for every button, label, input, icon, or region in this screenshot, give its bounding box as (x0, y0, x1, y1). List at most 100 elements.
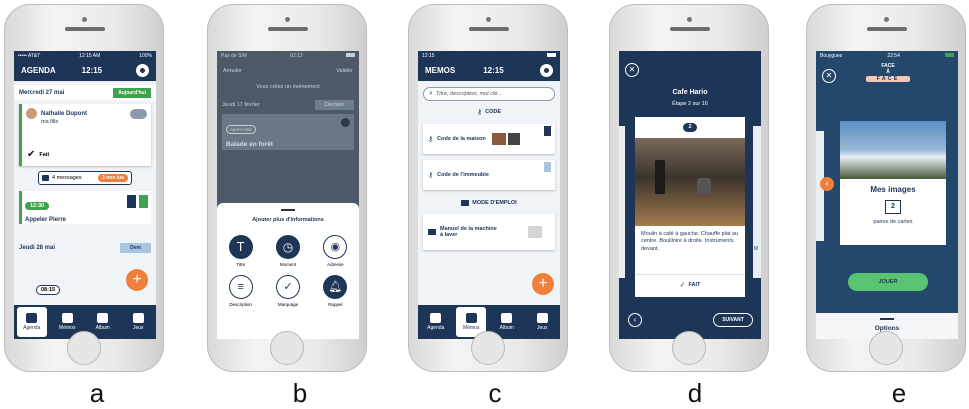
step-number: 2 (683, 123, 697, 132)
gear-icon[interactable] (136, 64, 149, 77)
event-title: Balade en forêt (226, 141, 273, 148)
step-card: 2 Moulin à café à gauche. Chauffe plat a… (635, 117, 745, 297)
battery-label: 100% (139, 53, 152, 59)
key-icon: ⚷ (428, 136, 434, 143)
card-title: Mes images (870, 185, 916, 194)
option-description[interactable]: ≡ Description (217, 275, 264, 307)
memo-item[interactable]: ⚷ Code de la maison (423, 124, 555, 154)
game-card[interactable]: Mes images 2 paires de cartes (840, 121, 946, 245)
next-button[interactable]: SUIVANT (713, 313, 753, 327)
status-time: 12:15 AM (79, 53, 101, 59)
carrier-label: Pas de SIM (221, 53, 247, 59)
day-label: Mercredi 27 mai (19, 89, 65, 96)
home-button (67, 331, 101, 365)
search-field[interactable]: ⌕ Titre, description, mot clé... (423, 87, 555, 101)
tab-label: Agenda (23, 325, 41, 331)
earpiece (268, 27, 308, 31)
sheet-handle (281, 209, 295, 211)
close-icon[interactable]: ✕ (625, 63, 639, 77)
option-reminder[interactable]: 🔔︎ Rappel (312, 275, 359, 307)
event-card[interactable]: 12:30 Appeler Pierre (19, 191, 151, 224)
option-title[interactable]: T Titre (217, 235, 264, 267)
screen-add-info: Pas de SIM 02:13 Annuler Valider Vous cr… (217, 51, 359, 339)
bell-icon (127, 195, 136, 208)
section-manual: MODE D'EMPLOI (418, 200, 560, 206)
note-icon (465, 313, 477, 323)
text-lines-icon: ≡ (228, 275, 253, 299)
validate-button[interactable]: Valider (336, 68, 353, 74)
screen-memo-step: ✕ Cafe Hario Étape 2 sur 16 M 2 Moulin à… (619, 51, 761, 339)
contact-name: Nathalie Dupont (41, 110, 87, 117)
home-button (471, 331, 505, 365)
screen-agenda: ••••• AT&T 12:15 AM 100% AGENDA 12:15 Me… (14, 51, 156, 339)
option-marking[interactable]: ✓ Marquage (264, 275, 311, 307)
grinder-shape (655, 160, 665, 194)
puzzle-icon (132, 313, 144, 323)
earpiece (469, 27, 509, 31)
date-label: Jeudi 17 février (222, 102, 260, 108)
status-bar: 12:15 (418, 51, 560, 60)
earpiece (65, 27, 105, 31)
tab-label: Jeux (132, 325, 144, 331)
date-row: Jeudi 17 février Demain (217, 100, 359, 110)
tab-label: Agenda (427, 325, 445, 331)
messages-pill[interactable]: 4 messages 3 non lus (38, 171, 132, 185)
sheet-title: Ajouter plus d'informations (252, 217, 324, 223)
card-photo (840, 121, 946, 179)
logo-banner: FACE (866, 76, 910, 82)
play-button[interactable]: JOUER (848, 273, 928, 291)
event-time: 12:30 (25, 202, 50, 210)
phone-c: 12:15 MEMOS 12:15 ⌕ Titre, description, … (408, 4, 568, 372)
header-time: 12:15 (81, 66, 103, 75)
memo-item[interactable]: ⚷ Code de l'immeuble (423, 160, 555, 190)
pairs-label: paires de cartes (873, 219, 913, 225)
tab-jeux[interactable]: Jeux (123, 307, 153, 337)
close-icon[interactable]: ✕ (822, 69, 836, 83)
time-tag: Après-midi (226, 125, 256, 134)
contact-card[interactable]: Nathalie Dupont ma fille ✔ Fait (19, 104, 151, 166)
day2-header: Jeudi 28 mai Dem (14, 240, 156, 255)
bottom-sheet: Ajouter plus d'informations T Titre ◷ Mo… (217, 203, 359, 339)
back-button[interactable]: ‹ (628, 313, 642, 327)
memo-item[interactable]: Manuel de la machine à laver (423, 214, 555, 250)
step-label: Étape 2 sur 16 (672, 101, 708, 107)
done-button[interactable]: ✓ FAIT (635, 274, 745, 289)
status-bar: Bouygues 22:54 (816, 51, 958, 60)
memo-title-line2: à laver (440, 232, 458, 238)
panel-label: e (891, 378, 907, 408)
book-icon (461, 200, 470, 206)
sheet-handle (880, 318, 894, 320)
phone-d: ✕ Cafe Hario Étape 2 sur 16 M 2 Moulin à… (609, 4, 769, 372)
add-button[interactable]: + (532, 273, 554, 295)
tab-jeux[interactable]: Jeux (527, 307, 557, 337)
camera-dot (687, 17, 692, 22)
option-moment[interactable]: ◷ Moment (264, 235, 311, 267)
home-button (672, 331, 706, 365)
tab-label: Jeux (536, 325, 548, 331)
bell-icon: 🔔︎ (323, 275, 348, 299)
add-button[interactable]: + (126, 269, 148, 291)
lock-icon (544, 162, 551, 172)
kettle-shape (697, 178, 711, 194)
tab-agenda[interactable]: Agenda (16, 307, 47, 337)
lock-icon (544, 126, 551, 136)
phone-e: Bouygues 22:54 ✕ FACE À FACE ‹ Mes image… (806, 4, 966, 372)
phone-b: Pas de SIM 02:13 Annuler Valider Vous cr… (207, 4, 367, 372)
gear-icon[interactable] (540, 64, 553, 77)
tab-label: Album (499, 325, 514, 331)
today-badge: Aujourd'hui (113, 87, 151, 98)
options-grid: T Titre ◷ Moment ◉ Adresse ≡ Description… (217, 235, 359, 307)
done-label: Fait (39, 151, 50, 158)
battery-icon (346, 53, 355, 57)
tab-agenda[interactable]: Agenda (421, 307, 451, 337)
calendar-icon (26, 313, 38, 323)
option-address[interactable]: ◉ Adresse (312, 235, 359, 267)
key-icon: ⚷ (428, 172, 434, 179)
screen-face-a-face: Bouygues 22:54 ✕ FACE À FACE ‹ Mes image… (816, 51, 958, 339)
day2-label: Jeudi 28 mai (19, 244, 56, 251)
cancel-button[interactable]: Annuler (223, 68, 242, 74)
step-photo (635, 138, 745, 226)
photo-icon (501, 313, 513, 323)
option-label: Rappel (328, 302, 343, 307)
prev-arrow-button[interactable]: ‹ (820, 177, 834, 191)
